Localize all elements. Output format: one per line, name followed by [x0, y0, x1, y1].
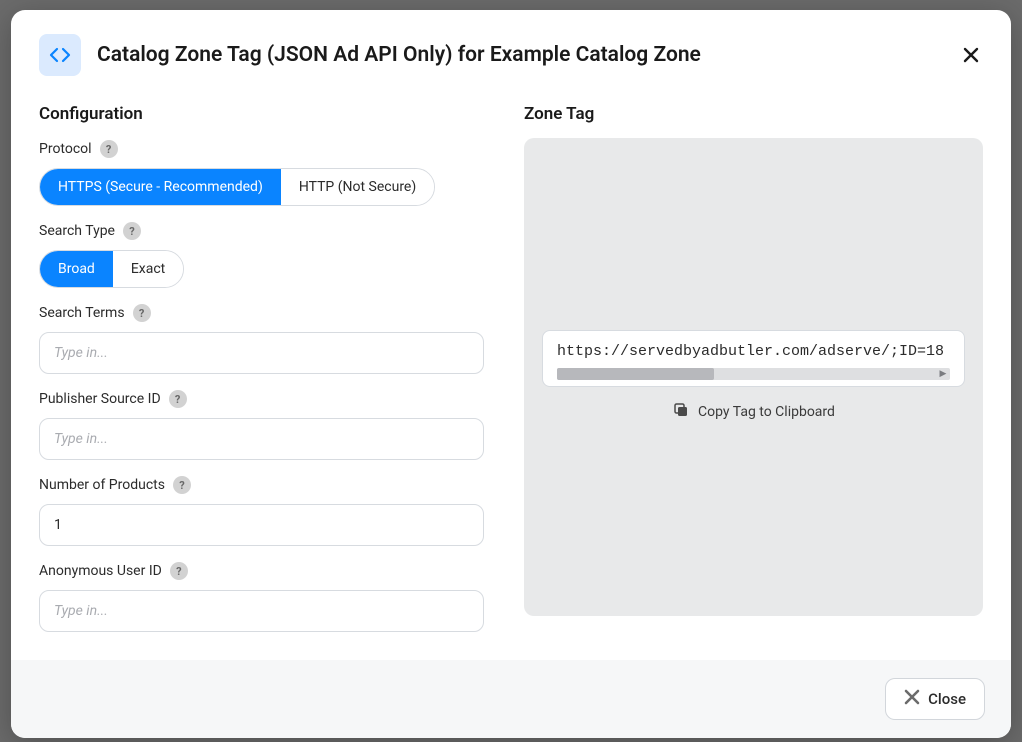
configuration-heading: Configuration: [39, 104, 484, 124]
zone-tag-column: Zone Tag https://servedbyadbutler.com/ad…: [524, 104, 983, 632]
copy-tag-button[interactable]: Copy Tag to Clipboard: [542, 401, 965, 423]
protocol-toggle: HTTPS (Secure - Recommended) HTTP (Not S…: [39, 168, 435, 206]
help-icon[interactable]: ?: [173, 476, 191, 494]
anonymous-user-id-input[interactable]: [39, 590, 484, 632]
zone-tag-box: https://servedbyadbutler.com/adserve/;ID…: [524, 138, 983, 616]
help-icon[interactable]: ?: [123, 222, 141, 240]
close-button-label: Close: [928, 690, 966, 708]
search-terms-label-text: Search Terms: [39, 305, 125, 321]
protocol-label: Protocol ?: [39, 140, 484, 158]
zone-tag-code-box[interactable]: https://servedbyadbutler.com/adserve/;ID…: [542, 330, 965, 387]
zone-tag-heading: Zone Tag: [524, 104, 983, 124]
scrollbar-thumb[interactable]: [557, 368, 714, 380]
protocol-label-text: Protocol: [39, 141, 92, 157]
modal-footer: Close: [11, 660, 1011, 738]
configuration-column: Configuration Protocol ? HTTPS (Secure -…: [39, 104, 484, 632]
help-icon[interactable]: ?: [133, 304, 151, 322]
protocol-http-button[interactable]: HTTP (Not Secure): [281, 169, 434, 205]
publisher-source-id-label: Publisher Source ID ?: [39, 390, 484, 408]
horizontal-scrollbar[interactable]: ▶: [557, 368, 950, 380]
protocol-https-button[interactable]: HTTPS (Secure - Recommended): [40, 169, 281, 205]
number-of-products-input[interactable]: [39, 504, 484, 546]
anonymous-user-id-label: Anonymous User ID ?: [39, 562, 484, 580]
zone-tag-modal: Catalog Zone Tag (JSON Ad API Only) for …: [11, 10, 1011, 738]
search-type-label: Search Type ?: [39, 222, 484, 240]
copy-tag-label: Copy Tag to Clipboard: [698, 404, 835, 420]
publisher-source-id-input[interactable]: [39, 418, 484, 460]
modal-header: Catalog Zone Tag (JSON Ad API Only) for …: [11, 10, 1011, 88]
number-of-products-label: Number of Products ?: [39, 476, 484, 494]
publisher-source-id-label-text: Publisher Source ID: [39, 391, 161, 407]
scroll-right-icon[interactable]: ▶: [938, 368, 948, 380]
search-terms-input[interactable]: [39, 332, 484, 374]
search-type-toggle: Broad Exact: [39, 250, 184, 288]
search-type-exact-button[interactable]: Exact: [113, 251, 183, 287]
help-icon[interactable]: ?: [100, 140, 118, 158]
number-of-products-label-text: Number of Products: [39, 477, 165, 493]
anonymous-user-id-label-text: Anonymous User ID: [39, 563, 162, 579]
search-type-label-text: Search Type: [39, 223, 115, 239]
search-type-broad-button[interactable]: Broad: [40, 251, 113, 287]
close-button[interactable]: Close: [885, 678, 985, 720]
help-icon[interactable]: ?: [170, 562, 188, 580]
close-icon[interactable]: [959, 43, 983, 67]
close-icon: [904, 689, 920, 709]
modal-title: Catalog Zone Tag (JSON Ad API Only) for …: [97, 43, 959, 67]
code-icon: [39, 34, 81, 76]
modal-body: Configuration Protocol ? HTTPS (Secure -…: [11, 88, 1011, 660]
help-icon[interactable]: ?: [169, 390, 187, 408]
zone-tag-code: https://servedbyadbutler.com/adserve/;ID…: [557, 343, 950, 360]
clipboard-icon: [672, 401, 690, 423]
search-terms-label: Search Terms ?: [39, 304, 484, 322]
